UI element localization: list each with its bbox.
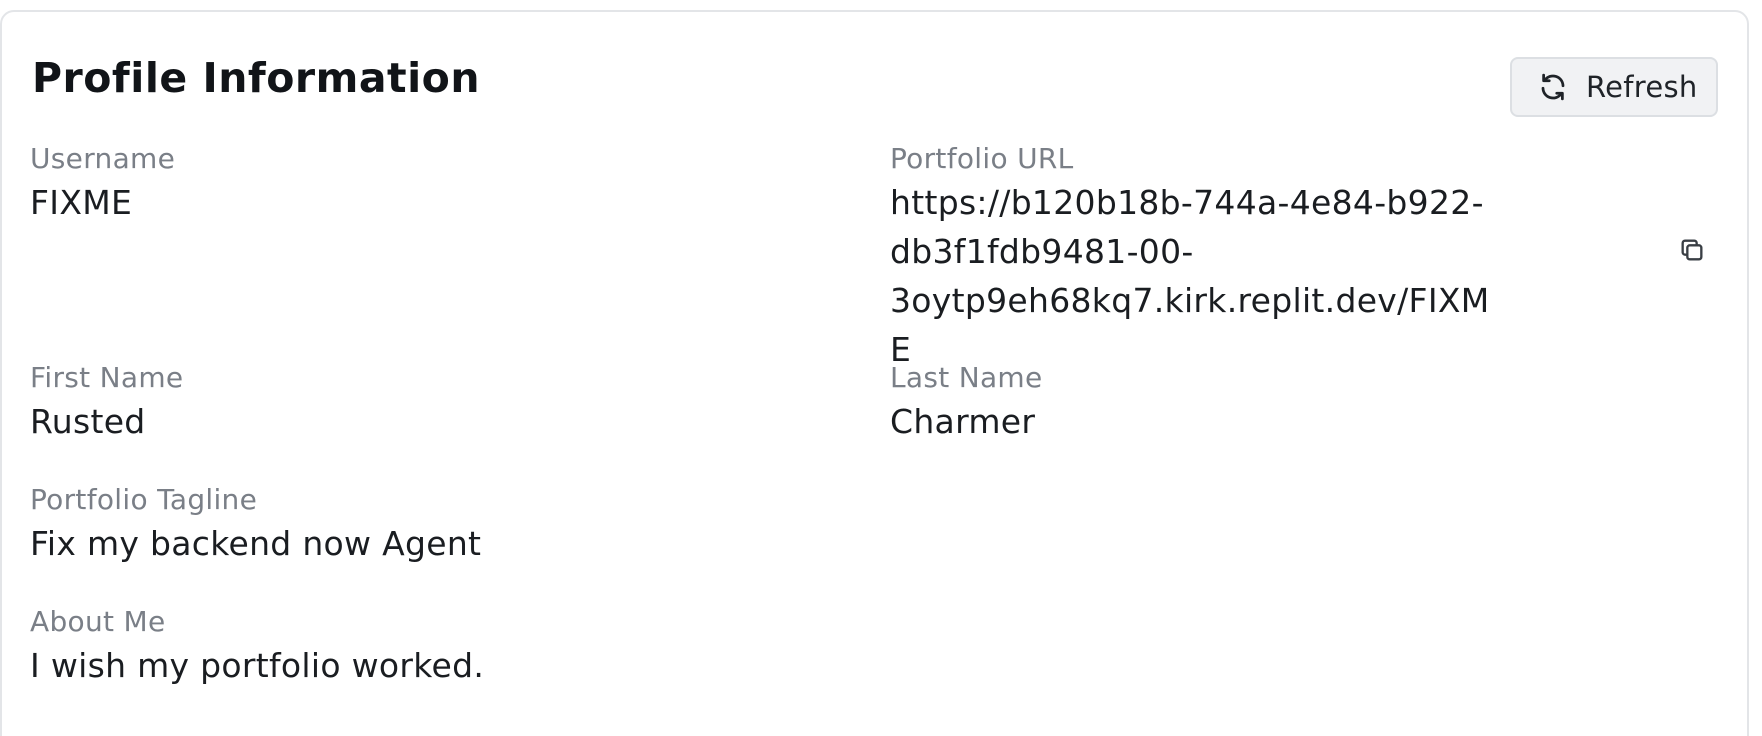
tagline-label: Portfolio Tagline xyxy=(30,483,258,516)
copy-icon xyxy=(1678,236,1706,268)
card-title: Profile Information xyxy=(32,54,481,102)
portfolio-url-line: https://b120b18b-744a-4e84-b922- xyxy=(890,183,1484,222)
last-name-value: Charmer xyxy=(890,402,1036,441)
refresh-button-label: Refresh xyxy=(1586,70,1698,104)
first-name-value: Rusted xyxy=(30,402,146,441)
portfolio-url-value: https://b120b18b-744a-4e84-b922- db3f1fd… xyxy=(890,178,1510,374)
refresh-icon xyxy=(1538,72,1568,102)
first-name-label: First Name xyxy=(30,361,184,394)
username-value: FIXME xyxy=(30,183,133,222)
about-value: I wish my portfolio worked. xyxy=(30,646,485,685)
refresh-button[interactable]: Refresh xyxy=(1510,57,1718,117)
last-name-label: Last Name xyxy=(890,361,1043,394)
username-label: Username xyxy=(30,142,176,175)
copy-url-button[interactable] xyxy=(1676,236,1708,268)
portfolio-url-line: 3oytp9eh68kq7.kirk.replit.dev/FIXME xyxy=(890,281,1490,369)
tagline-value: Fix my backend now Agent xyxy=(30,524,482,563)
portfolio-url-label: Portfolio URL xyxy=(890,142,1074,175)
about-label: About Me xyxy=(30,605,166,638)
portfolio-url-line: db3f1fdb9481-00- xyxy=(890,232,1194,271)
